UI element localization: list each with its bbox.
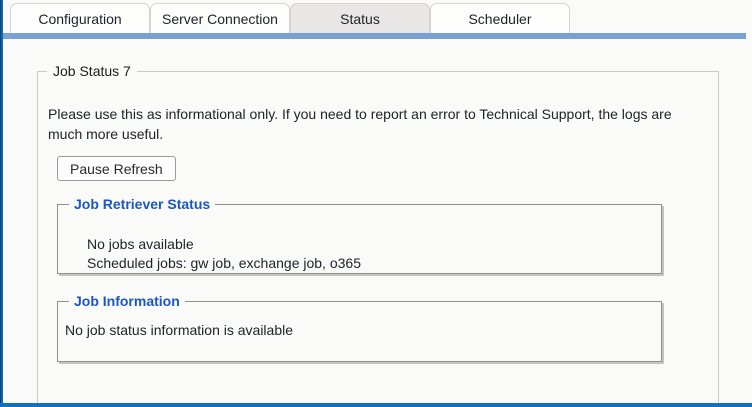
job-information-line: No job status information is available <box>65 321 661 340</box>
job-information-group: Job Information No job status informatio… <box>57 301 662 362</box>
job-information-group-title: Job Information <box>69 293 185 310</box>
pause-refresh-button[interactable]: Pause Refresh <box>57 156 176 181</box>
job-retriever-group-title: Job Retriever Status <box>69 196 215 213</box>
window-bottom-border <box>0 403 752 407</box>
app-window: Configuration Server Connection Status S… <box>0 0 752 407</box>
window-left-border <box>0 0 3 407</box>
tab-scheduler[interactable]: Scheduler <box>430 3 570 33</box>
job-retriever-group: Job Retriever Status No jobs available S… <box>57 204 662 274</box>
job-retriever-status-line: No jobs available <box>87 235 661 254</box>
job-information-body: No job status information is available <box>65 321 661 340</box>
job-status-group-title: Job Status 7 <box>47 63 137 80</box>
tab-status[interactable]: Status <box>290 3 430 33</box>
job-retriever-body: No jobs available Scheduled jobs: gw job… <box>87 235 661 273</box>
tab-configuration[interactable]: Configuration <box>10 3 150 33</box>
tab-underline <box>3 33 746 39</box>
tab-bar: Configuration Server Connection Status S… <box>10 3 570 33</box>
info-text: Please use this as informational only. I… <box>48 104 708 144</box>
job-status-group: Job Status 7 Please use this as informat… <box>37 71 719 403</box>
job-retriever-scheduled-line: Scheduled jobs: gw job, exchange job, o3… <box>87 254 661 273</box>
tab-server-connection[interactable]: Server Connection <box>150 3 290 33</box>
